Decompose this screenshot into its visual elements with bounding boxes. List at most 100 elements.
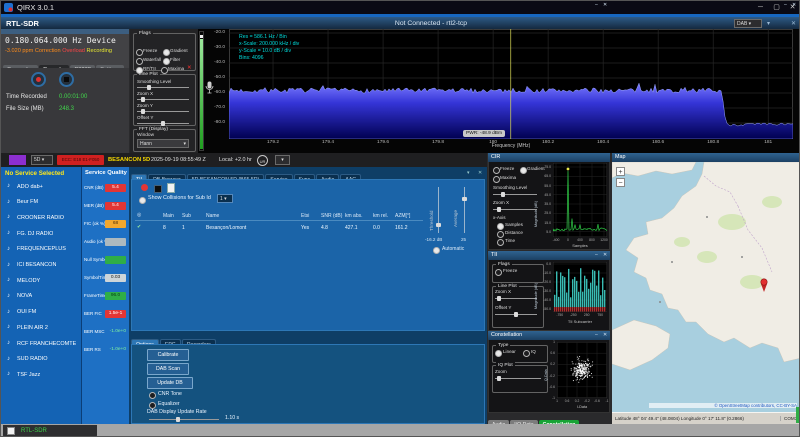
quality-label: BER MSC — [84, 329, 105, 334]
minimize-button[interactable]: ─ — [753, 1, 768, 14]
slider-offset-y[interactable] — [137, 121, 189, 126]
tii-offsety-slider[interactable] — [495, 312, 537, 317]
cir-zoomx-slider[interactable] — [493, 207, 537, 212]
tii-plot[interactable] — [553, 262, 607, 312]
service-item[interactable]: Beur FM — [17, 199, 38, 205]
cir-axis-samples[interactable] — [497, 223, 504, 230]
flag-waterfall[interactable] — [136, 58, 143, 65]
tii-minimize-icon[interactable]: – — [595, 252, 598, 259]
service-item[interactable]: PLEIN AIR 2 — [17, 325, 48, 331]
flag-gradient[interactable] — [163, 49, 170, 56]
map-canvas[interactable] — [612, 162, 800, 412]
power-readout-badge: PWR: -48.9 dBm — [463, 130, 505, 137]
flag-rftii[interactable] — [136, 67, 143, 74]
pin-icon[interactable]: ▾ — [767, 20, 770, 27]
threshold-label: Threshold — [429, 211, 434, 231]
equalizer-checkbox[interactable] — [149, 402, 156, 409]
quality-label: MER (dB) — [84, 203, 104, 208]
map-zoom-out-button[interactable]: − — [616, 178, 625, 187]
slider-smoothing-level[interactable] — [137, 85, 189, 90]
file-icon[interactable] — [167, 183, 175, 193]
cir-close-icon[interactable]: ✕ — [603, 2, 607, 9]
map-close-icon[interactable]: ✕ — [792, 2, 796, 9]
service-item[interactable]: SUD RADIO — [17, 356, 48, 362]
tii-close-icon[interactable]: ✕ — [603, 252, 607, 259]
threshold-slider[interactable] — [435, 187, 442, 233]
cir-smoothing-slider[interactable] — [493, 192, 537, 197]
table-cell: 4.8 — [321, 225, 328, 231]
service-item[interactable]: ICI BESANCON — [17, 262, 56, 268]
subid-select[interactable]: 1 ▾ — [217, 194, 233, 203]
service-item[interactable]: CROONER RADIO — [17, 215, 64, 221]
spectrum-x-tick: 179.8 — [426, 140, 450, 145]
service-item[interactable]: TSF Jazz — [17, 372, 40, 378]
extra-dropdown[interactable]: ▾ — [275, 155, 290, 165]
tii-freeze-checkbox[interactable] — [495, 269, 502, 276]
const-zoom-slider[interactable] — [495, 376, 541, 381]
service-item[interactable]: NOVA — [17, 293, 32, 299]
tii-record-button[interactable] — [141, 184, 148, 191]
constellation-header: Constellation — [488, 331, 610, 340]
constellation-x-tick: 0.2 — [573, 399, 581, 403]
tii-stop-button[interactable] — [154, 185, 162, 193]
average-slider[interactable] — [461, 187, 468, 233]
type-linear-radio[interactable] — [495, 350, 502, 357]
cir-plot[interactable] — [553, 163, 607, 237]
cir-check-gradient[interactable] — [520, 167, 527, 174]
tab-close-icon[interactable]: ✕ — [478, 170, 482, 176]
service-item[interactable]: RCF FRANCHECOMTE — [17, 341, 76, 347]
constellation-y-tick: 1 — [545, 340, 555, 344]
bottom-dock-tab[interactable]: RTL-SDR — [3, 425, 97, 437]
table-row-check[interactable]: ✔ — [137, 224, 141, 230]
mode-select[interactable]: DAB ▾ — [734, 19, 762, 28]
ur-round-button[interactable]: UR — [257, 155, 268, 166]
slider-zoom-y[interactable] — [137, 109, 189, 114]
cir-axis-time[interactable] — [497, 239, 504, 246]
cir-axis-distance[interactable] — [497, 231, 504, 238]
map-zoom-in-button[interactable]: + — [616, 167, 625, 176]
constellation-close-icon[interactable]: ✕ — [603, 332, 607, 339]
cir-check-freeze[interactable] — [493, 167, 500, 174]
type-iq-radio[interactable] — [523, 350, 530, 357]
average-label: Average — [453, 210, 458, 227]
tab-overflow-icon[interactable]: ▾ — [467, 170, 470, 176]
automatic-checkbox[interactable] — [433, 247, 440, 254]
map-minimize-icon[interactable]: – — [784, 2, 787, 9]
tii-y-tick: -50.0 — [539, 307, 551, 311]
cir-y-tick: 45.0 — [539, 193, 551, 197]
cnr-tone-checkbox[interactable] — [149, 392, 156, 399]
dab-scan-button[interactable]: DAB Scan — [147, 363, 189, 375]
record-button[interactable] — [31, 72, 46, 87]
flag-freeze[interactable] — [136, 49, 143, 56]
service-item[interactable]: OUI FM — [17, 309, 36, 315]
calibrate-button[interactable]: Calibrate — [147, 349, 189, 361]
tii-zoomx-slider[interactable] — [495, 296, 537, 301]
update-rate-slider[interactable] — [149, 417, 219, 422]
panel-close-icon[interactable]: ✕ — [791, 20, 796, 27]
cir-y-tick: 5.0 — [539, 230, 551, 234]
cir-x-tick: 0 — [562, 238, 574, 242]
mute-indicator[interactable] — [9, 155, 26, 165]
tii-header: TII — [488, 251, 610, 260]
service-item[interactable]: ADO dab+ — [17, 184, 43, 190]
stop-button[interactable] — [59, 72, 74, 87]
service-item[interactable]: MELODY — [17, 278, 40, 284]
slider-zoom-x[interactable] — [137, 97, 189, 102]
quality-label: CNR (dB) — [84, 185, 104, 190]
service-item[interactable]: FREQUENCEPLUS — [17, 246, 66, 252]
cir-check-maxima[interactable] — [493, 176, 500, 183]
map-attribution[interactable]: © OpenStreetMap contributors, CC-BY-SA — [649, 403, 797, 408]
constellation-plot[interactable] — [557, 342, 607, 398]
constellation-minimize-icon[interactable]: – — [595, 332, 598, 339]
cir-axis-option-label: Distance — [505, 230, 523, 235]
cir-minimize-icon[interactable]: – — [595, 2, 598, 9]
maximize-button[interactable]: ▢ — [769, 1, 784, 14]
fft-window-select[interactable]: Hann▾ — [137, 139, 189, 148]
dock-tab-icon — [7, 427, 15, 435]
flag-filter[interactable] — [163, 58, 170, 65]
service-item[interactable]: FG. DJ RADIO — [17, 231, 53, 237]
update-db-button[interactable]: Update DB — [147, 377, 193, 389]
channel-select[interactable]: 5D ▾ — [31, 155, 53, 165]
flag-maxima[interactable] — [161, 67, 168, 74]
show-collisions-checkbox[interactable] — [139, 197, 146, 204]
